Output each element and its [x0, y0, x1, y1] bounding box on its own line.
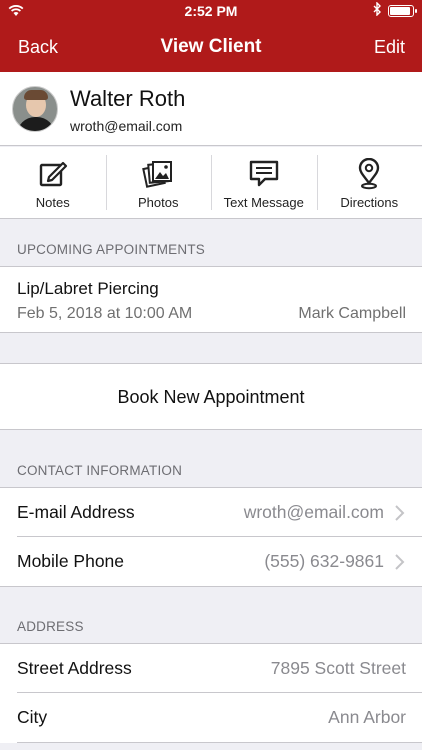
mobile-phone-row[interactable]: Mobile Phone (555) 632-9861 [0, 537, 422, 587]
appointment-row[interactable]: Lip/Labret Piercing Feb 5, 2018 at 10:00… [0, 266, 422, 333]
battery-icon [388, 5, 417, 17]
status-time: 2:52 PM [184, 3, 238, 19]
photos-button[interactable]: Photos [105, 147, 212, 218]
street-address-label: Street Address [17, 658, 132, 678]
text-message-icon [248, 158, 280, 190]
notes-icon [37, 158, 69, 190]
address-header: ADDRESS [17, 619, 84, 634]
client-name: Walter Roth [70, 86, 186, 111]
city-label: City [17, 707, 48, 727]
email-label: E-mail Address [17, 502, 135, 522]
appointment-date: Feb 5, 2018 at 10:00 AM [17, 305, 193, 322]
upcoming-appointments-header: UPCOMING APPOINTMENTS [17, 242, 205, 257]
text-message-label: Text Message [223, 195, 304, 210]
photos-icon [142, 158, 174, 190]
edit-button[interactable]: Edit [374, 37, 405, 58]
city-row: City Ann Arbor [0, 693, 422, 743]
client-email: wroth@email.com [70, 118, 183, 134]
mobile-phone-value: (555) 632-9861 [264, 551, 384, 571]
directions-button[interactable]: Directions [316, 147, 422, 218]
avatar [12, 86, 58, 132]
bluetooth-icon [373, 1, 382, 19]
city-value: Ann Arbor [328, 707, 406, 727]
directions-label: Directions [340, 195, 399, 210]
back-button[interactable]: Back [18, 37, 58, 58]
street-address-value: 7895 Scott Street [270, 658, 406, 678]
client-actions: Notes Photos Text Message Directions [0, 147, 422, 219]
email-value: wroth@email.com [243, 502, 384, 522]
navigation-bar: Back View Client Edit [0, 22, 422, 72]
chevron-right-icon [394, 504, 406, 522]
chevron-right-icon [394, 553, 406, 571]
street-address-row: Street Address 7895 Scott Street [0, 643, 422, 693]
directions-icon [353, 157, 385, 190]
photos-label: Photos [138, 195, 179, 210]
contact-information-header: CONTACT INFORMATION [17, 463, 183, 478]
appointment-staff: Mark Campbell [298, 305, 406, 322]
mobile-phone-label: Mobile Phone [17, 551, 125, 571]
book-new-appointment-button[interactable]: Book New Appointment [0, 363, 422, 430]
notes-button[interactable]: Notes [0, 147, 106, 218]
text-message-button[interactable]: Text Message [211, 147, 317, 218]
notes-label: Notes [35, 195, 70, 210]
client-profile-header: Walter Roth wroth@email.com [0, 72, 422, 146]
appointment-service: Lip/Labret Piercing [17, 279, 159, 298]
email-row[interactable]: E-mail Address wroth@email.com [0, 487, 422, 537]
status-bar: 2:52 PM [0, 0, 422, 22]
page-title: View Client [160, 36, 262, 57]
